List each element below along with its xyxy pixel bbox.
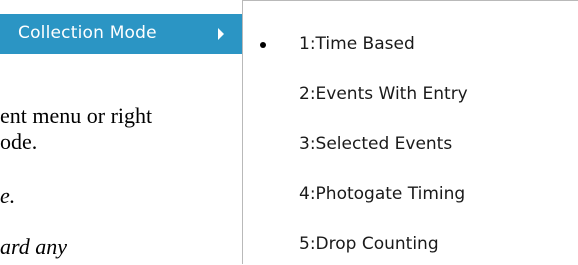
menu-item-collection-mode[interactable]: Collection Mode xyxy=(0,14,242,54)
submenu-item-time-based[interactable]: 1:Time Based xyxy=(243,25,578,65)
submenu-item-photogate-timing[interactable]: 4:Photogate Timing xyxy=(243,175,578,215)
collection-mode-submenu: 1:Time Based 2:Events With Entry 3:Selec… xyxy=(242,0,578,264)
submenu-item-label: 3:Selected Events xyxy=(299,134,453,154)
document-text-line: ode. xyxy=(0,129,38,154)
submenu-item-label: 5:Drop Counting xyxy=(299,234,439,254)
submenu-item-label: 2:Events With Entry xyxy=(299,84,468,104)
chevron-right-icon xyxy=(218,28,224,40)
submenu-item-events-with-entry[interactable]: 2:Events With Entry xyxy=(243,75,578,115)
document-text-line: e. xyxy=(0,183,16,208)
submenu-item-drop-counting[interactable]: 5:Drop Counting xyxy=(243,225,578,265)
submenu-item-label: 1:Time Based xyxy=(299,34,415,54)
document-text-line: ent menu or right xyxy=(0,103,153,128)
selected-bullet-icon xyxy=(260,42,266,48)
document-text-line: ard any xyxy=(0,234,68,259)
submenu-item-label: 4:Photogate Timing xyxy=(299,184,466,204)
menu-item-label: Collection Mode xyxy=(18,23,157,43)
submenu-item-selected-events[interactable]: 3:Selected Events xyxy=(243,125,578,165)
